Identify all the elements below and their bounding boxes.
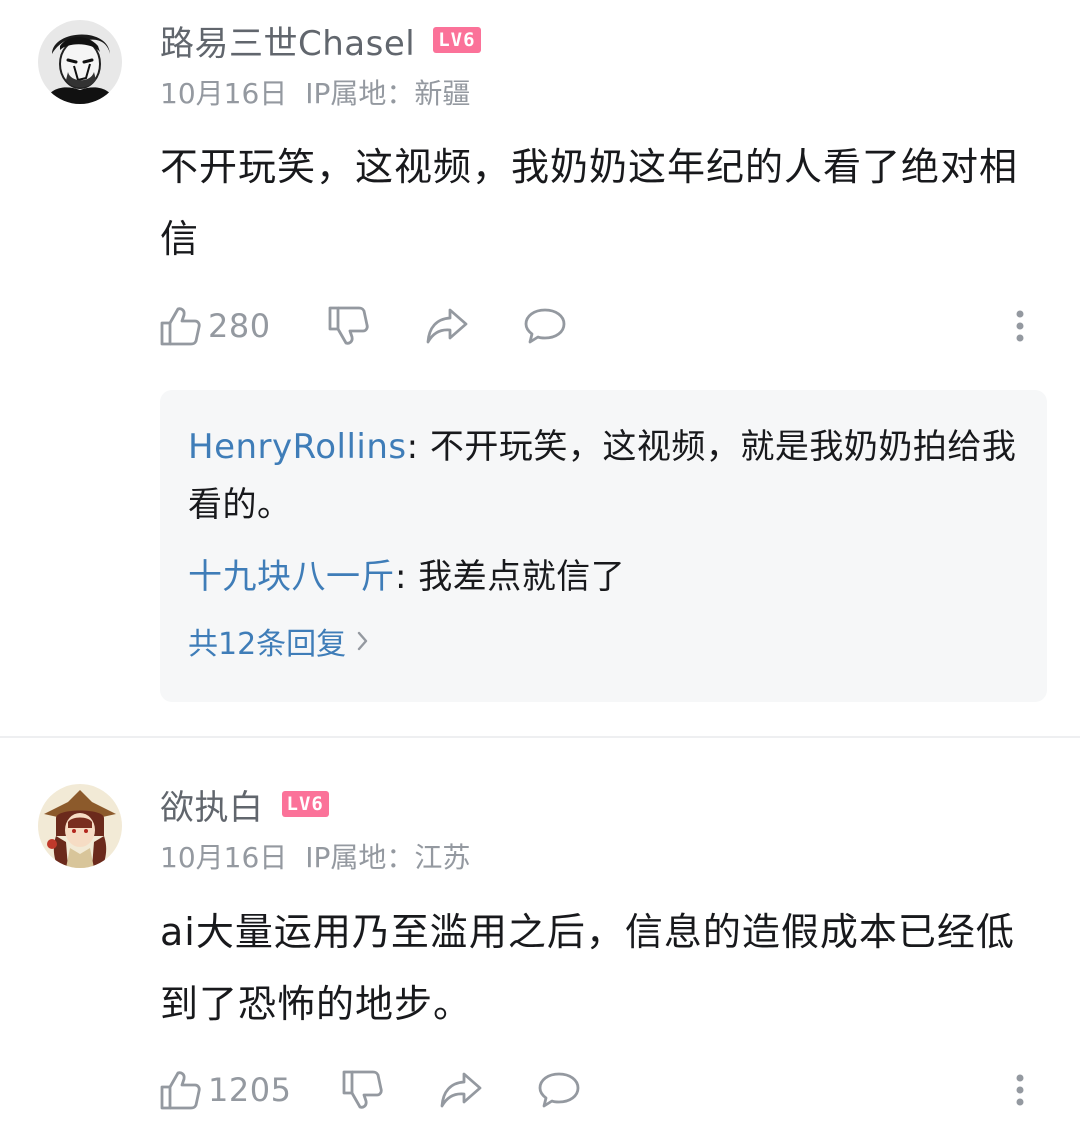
reply-text: 我差点就信了 <box>418 557 626 597</box>
avatar[interactable] <box>38 20 122 104</box>
comment-meta: 10月16日 IP属地：江苏 <box>160 836 470 876</box>
like-button[interactable]: 280 <box>158 298 271 354</box>
share-icon <box>426 308 468 344</box>
more-options-button[interactable] <box>1012 1062 1028 1118</box>
chevron-right-icon <box>357 631 368 651</box>
ip-location: IP属地：江苏 <box>305 841 471 874</box>
comment-text: ai大量运用乃至滥用之后，信息的造假成本已经低到了恐怖的地步。 <box>160 910 1015 1026</box>
comment-date: 10月16日 <box>160 841 288 874</box>
avatar-image <box>38 20 122 104</box>
share-button[interactable] <box>424 298 470 354</box>
comment-bubble-icon <box>524 308 566 344</box>
reply-item[interactable]: 十九块八一斤: 我差点就信了 <box>188 548 1023 606</box>
reply-button[interactable] <box>536 1062 582 1118</box>
reply-separator: : <box>406 427 430 467</box>
thumbs-down-icon <box>342 1070 383 1109</box>
comment-text: 不开玩笑，这视频，我奶奶这年纪的人看了绝对相信 <box>160 145 1019 261</box>
avatar-image <box>38 784 122 868</box>
reply-username[interactable]: HenryRollins <box>188 427 407 467</box>
comment-meta: 10月16日 IP属地：新疆 <box>160 72 470 112</box>
comment-bubble-icon <box>538 1072 580 1108</box>
view-all-replies-link[interactable]: 共12条回复 <box>188 618 370 664</box>
reply-preview-box[interactable]: HenryRollins: 不开玩笑，这视频，就是我奶奶拍给我看的。 十九块八一… <box>160 390 1047 702</box>
share-button[interactable] <box>438 1062 484 1118</box>
comment-item: 欲执白 LV6 10月16日 IP属地：江苏 ai大量运用乃至滥用之后，信息的造… <box>0 738 1080 1135</box>
comment-item: 路易三世Chasel LV6 10月16日 IP属地：新疆 不开玩笑，这视频，我… <box>0 0 1080 736</box>
thumbs-up-icon <box>160 1071 201 1110</box>
thumbs-up-icon <box>160 307 201 346</box>
thumbs-down-icon <box>328 306 369 345</box>
like-count: 280 <box>208 307 271 345</box>
ip-location: IP属地：新疆 <box>305 77 471 110</box>
like-count: 1205 <box>208 1071 292 1109</box>
dislike-button[interactable] <box>326 298 370 354</box>
avatar[interactable] <box>38 784 122 868</box>
username[interactable]: 欲执白 <box>160 780 264 829</box>
reply-separator: : <box>395 557 419 597</box>
dislike-button[interactable] <box>340 1062 384 1118</box>
like-button[interactable]: 1205 <box>158 1062 291 1118</box>
reply-item[interactable]: HenryRollins: 不开玩笑，这视频，就是我奶奶拍给我看的。 <box>188 418 1023 534</box>
reply-button[interactable] <box>522 298 568 354</box>
comment-date: 10月16日 <box>160 77 288 110</box>
comment-actions: 280 <box>158 298 1048 354</box>
view-all-replies-label: 共12条回复 <box>188 627 347 662</box>
more-vertical-icon <box>1016 1074 1024 1106</box>
level-badge: LV6 <box>281 791 329 817</box>
more-options-button[interactable] <box>1012 298 1028 354</box>
username[interactable]: 路易三世Chasel <box>160 16 415 65</box>
level-badge: LV6 <box>433 27 481 53</box>
comment-header: 路易三世Chasel LV6 <box>160 16 481 64</box>
reply-username[interactable]: 十九块八一斤 <box>188 557 395 597</box>
comment-actions: 1205 <box>158 1062 1048 1118</box>
comment-header: 欲执白 LV6 <box>160 780 329 828</box>
more-vertical-icon <box>1016 310 1024 342</box>
share-icon <box>440 1072 482 1108</box>
